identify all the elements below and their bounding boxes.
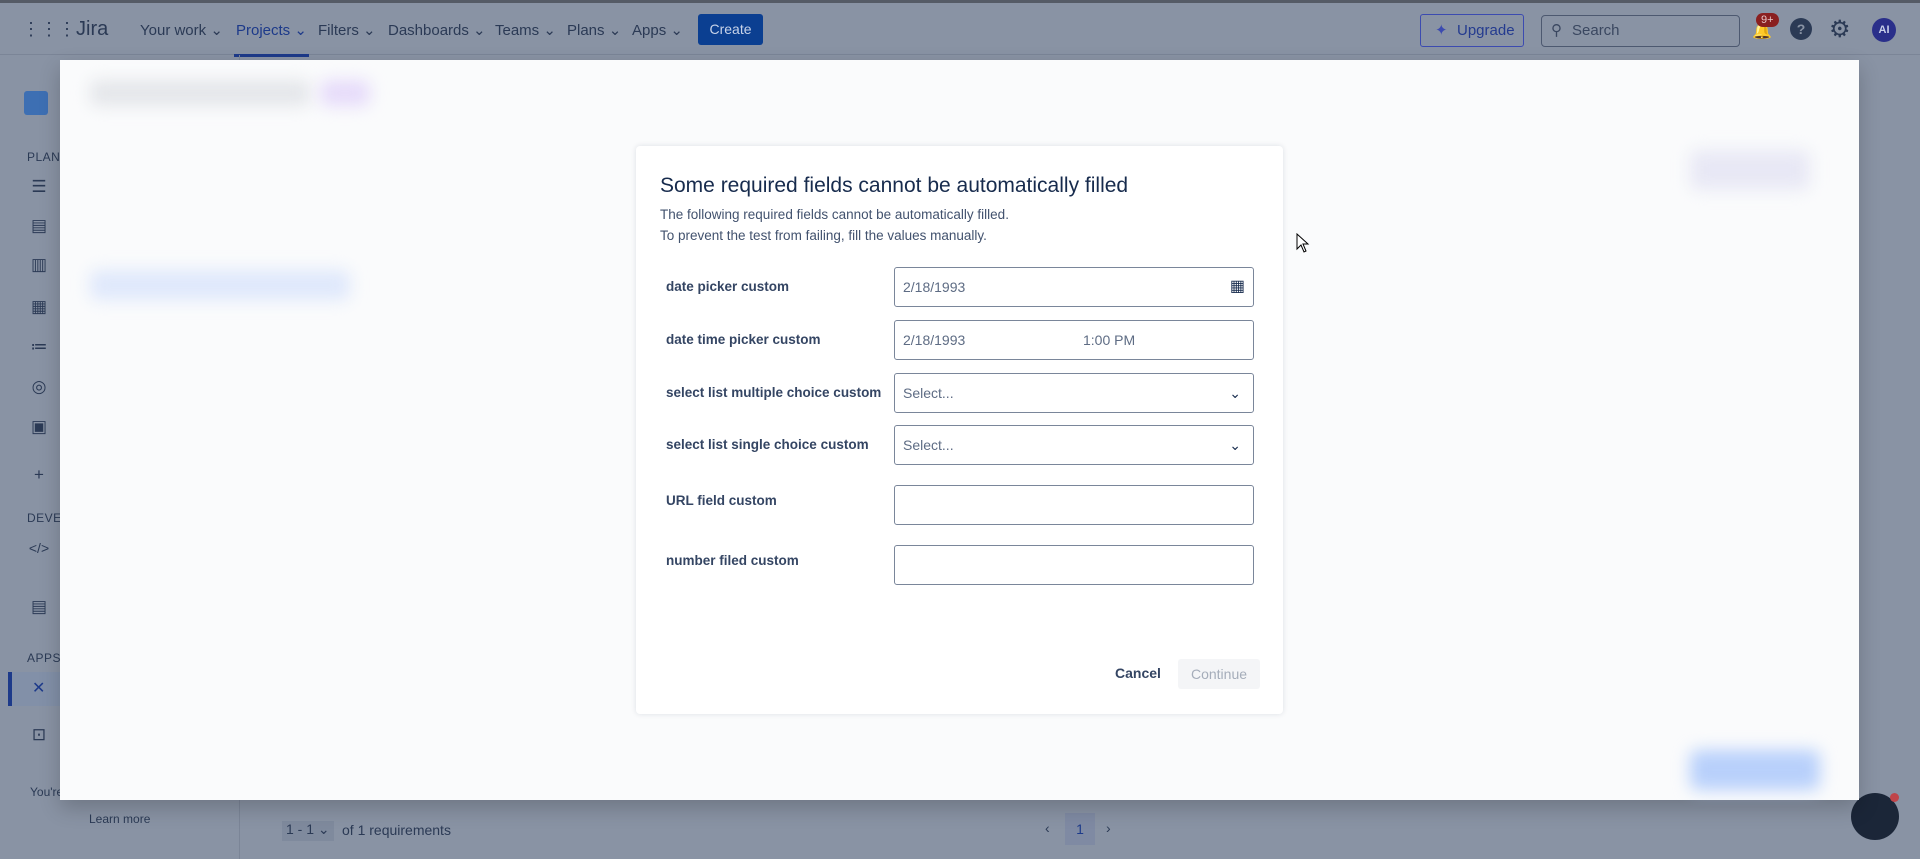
app-icon: ✕ bbox=[32, 680, 46, 697]
nav-teams[interactable]: Teams ⌄ bbox=[495, 21, 556, 39]
nav-filters[interactable]: Filters ⌄ bbox=[318, 21, 376, 39]
dialog-title: Some required fields cannot be automatic… bbox=[660, 174, 1129, 197]
dialog-subtitle-2: To prevent the test from failing, fill t… bbox=[660, 228, 987, 243]
mouse-cursor-icon bbox=[1296, 233, 1310, 253]
section-development: DEVELOPMENT bbox=[27, 511, 60, 525]
list-icon[interactable]: ≔ bbox=[28, 337, 50, 359]
calendar-icon[interactable]: ▦ bbox=[28, 297, 50, 319]
add-icon[interactable]: + bbox=[28, 465, 50, 487]
single-select-dropdown[interactable]: Select... ⌄ bbox=[894, 425, 1254, 465]
date-time-picker-input[interactable]: 2/18/1993 1:00 PM bbox=[894, 320, 1254, 360]
next-page-icon[interactable]: › bbox=[1106, 820, 1111, 836]
notification-badge: 9+ bbox=[1756, 13, 1779, 27]
add-shortcut-icon[interactable]: ⊡ bbox=[28, 725, 50, 747]
create-button[interactable]: Create bbox=[698, 14, 763, 45]
nav-projects[interactable]: Projects ⌄ bbox=[234, 21, 309, 57]
field-label: select list single choice custom bbox=[666, 437, 869, 452]
date-picker-input[interactable]: 2/18/1993 ▦ bbox=[894, 267, 1254, 307]
required-fields-dialog: Some required fields cannot be automatic… bbox=[636, 146, 1283, 714]
section-planning: PLANNING bbox=[27, 150, 60, 164]
learn-more-link[interactable]: Learn more bbox=[89, 812, 150, 826]
prev-page-icon[interactable]: ‹ bbox=[1045, 820, 1050, 836]
continue-button[interactable]: Continue bbox=[1178, 659, 1260, 689]
page-1[interactable]: 1 bbox=[1065, 813, 1095, 845]
nav-plans[interactable]: Plans ⌄ bbox=[567, 21, 621, 39]
calendar-icon[interactable]: ▦ bbox=[1230, 268, 1245, 306]
upgrade-button[interactable]: ✦ Upgrade bbox=[1420, 14, 1524, 47]
dialog-subtitle-1: The following required fields cannot be … bbox=[660, 207, 1009, 222]
code-icon[interactable]: </> bbox=[28, 540, 50, 562]
multi-select-dropdown[interactable]: Select... ⌄ bbox=[894, 373, 1254, 413]
reports-icon[interactable]: ▣ bbox=[28, 417, 50, 439]
app-item-active[interactable]: ✕ bbox=[8, 672, 60, 706]
timeline-icon[interactable]: ☰ bbox=[28, 177, 50, 199]
project-avatar[interactable] bbox=[24, 91, 48, 115]
field-label: date time picker custom bbox=[666, 332, 821, 347]
time-input[interactable]: 1:00 PM bbox=[1083, 321, 1135, 359]
backlog-icon[interactable]: ▤ bbox=[28, 216, 50, 238]
nav-dashboards[interactable]: Dashboards ⌄ bbox=[388, 21, 486, 39]
cancel-button[interactable]: Cancel bbox=[1115, 665, 1161, 681]
chat-icon[interactable] bbox=[1851, 793, 1899, 840]
range-select[interactable]: 1 - 1 ⌄ bbox=[282, 821, 334, 841]
top-nav: ⋮⋮⋮ Jira Your work ⌄ Projects ⌄ Filters … bbox=[0, 0, 1920, 57]
footer-text: You're bbox=[30, 785, 60, 799]
help-icon[interactable]: ? bbox=[1790, 18, 1812, 40]
search-input[interactable]: ⚲ Search bbox=[1541, 15, 1740, 47]
pages-icon[interactable]: ▤ bbox=[28, 597, 50, 619]
nav-your-work[interactable]: Your work ⌄ bbox=[140, 21, 223, 39]
avatar[interactable]: AI bbox=[1872, 18, 1896, 42]
chevron-down-icon: ⌄ bbox=[1229, 385, 1241, 401]
requirements-count: of 1 requirements bbox=[342, 822, 451, 838]
field-label: select list multiple choice custom bbox=[666, 385, 882, 400]
chevron-down-icon: ⌄ bbox=[1229, 437, 1241, 453]
nav-apps[interactable]: Apps ⌄ bbox=[632, 21, 683, 39]
board-icon[interactable]: ▥ bbox=[28, 255, 50, 277]
goals-icon[interactable]: ◎ bbox=[28, 377, 50, 399]
section-apps: APPS bbox=[27, 651, 60, 665]
field-label: URL field custom bbox=[666, 493, 777, 508]
search-icon: ⚲ bbox=[1551, 22, 1562, 39]
field-label: number filed custom bbox=[666, 553, 799, 568]
sparkle-icon: ✦ bbox=[1435, 22, 1448, 39]
number-field-input[interactable] bbox=[894, 545, 1254, 585]
settings-icon[interactable]: ⚙ bbox=[1829, 15, 1851, 44]
field-label: date picker custom bbox=[666, 279, 790, 294]
url-field-input[interactable] bbox=[894, 485, 1254, 525]
jira-logo[interactable]: Jira bbox=[54, 18, 108, 41]
